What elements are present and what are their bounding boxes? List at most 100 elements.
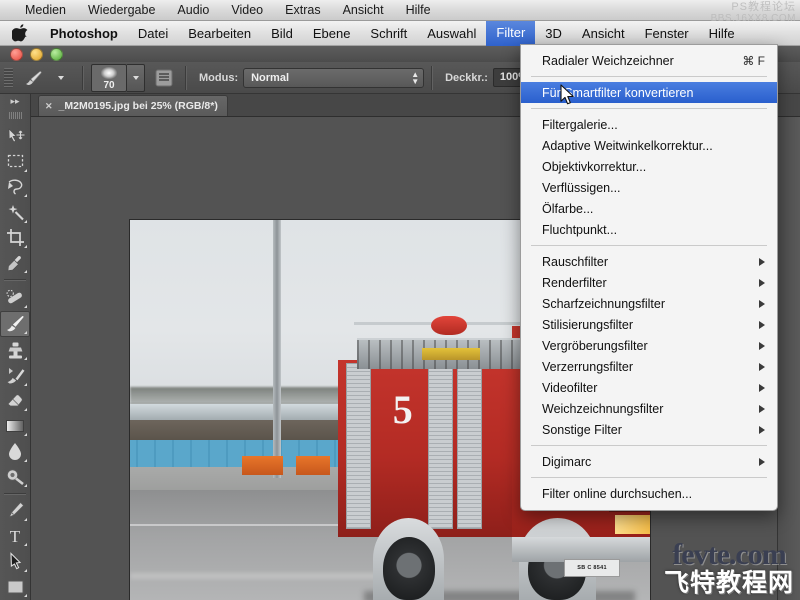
menu-item-scharfzeichnungsfilter[interactable]: Scharfzeichnungsfilter bbox=[521, 293, 777, 314]
document-tab-label: _M2M0195.jpg bei 25% (RGB/8*) bbox=[58, 100, 218, 112]
menu-item-fuer-smartfilter-konvertieren[interactable]: Für Smartfilter konvertieren bbox=[521, 82, 777, 103]
tool-healing-brush-tool[interactable] bbox=[1, 285, 29, 309]
tool-history-brush-tool[interactable] bbox=[1, 363, 29, 387]
menu-item-verzerrungsfilter[interactable]: Verzerrungsfilter bbox=[521, 356, 777, 377]
brush-preview-icon[interactable]: 70 bbox=[91, 63, 127, 92]
menu-item-renderfilter[interactable]: Renderfilter bbox=[521, 272, 777, 293]
tool-crop-tool[interactable] bbox=[1, 226, 29, 250]
tool-move-tool[interactable] bbox=[1, 125, 29, 149]
document-tab[interactable]: ✕ _M2M0195.jpg bei 25% (RGB/8*) bbox=[38, 95, 228, 116]
photo-orange-vehicle-1 bbox=[241, 455, 284, 475]
photoshop-window: Medien Wiedergabe Audio Video Extras Ans… bbox=[0, 0, 800, 600]
app-menu-bearbeiten[interactable]: Bearbeiten bbox=[178, 22, 261, 45]
menu-item-digimarc[interactable]: Digimarc bbox=[521, 451, 777, 472]
truck-roof-equipment bbox=[421, 347, 480, 361]
app-menu-filter[interactable]: Filter bbox=[486, 20, 536, 46]
menu-separator-3 bbox=[531, 245, 767, 246]
submenu-arrow-icon bbox=[759, 425, 765, 434]
menu-item-oelfarbe[interactable]: Ölfarbe... bbox=[521, 198, 777, 219]
truck-roller-shutter-1 bbox=[346, 363, 371, 530]
tool-rectangular-marquee-tool[interactable] bbox=[1, 150, 29, 174]
brush-panel-icon[interactable] bbox=[153, 67, 175, 89]
tool-pen-tool[interactable] bbox=[1, 499, 29, 523]
options-separator-1 bbox=[82, 65, 84, 90]
app-menu-ansicht[interactable]: Ansicht bbox=[572, 22, 635, 45]
brush-size-value: 70 bbox=[103, 79, 115, 91]
truck-rear-wheel bbox=[383, 536, 435, 600]
menu-item-videofilter[interactable]: Videofilter bbox=[521, 377, 777, 398]
os-menu-audio[interactable]: Audio bbox=[166, 0, 220, 20]
menu-item-vergroeberungsfilter[interactable]: Vergröberungsfilter bbox=[521, 335, 777, 356]
os-menubar: Medien Wiedergabe Audio Video Extras Ans… bbox=[0, 0, 800, 21]
brush-size-control[interactable]: 70 bbox=[91, 63, 145, 92]
photo-orange-vehicle-2 bbox=[296, 455, 331, 475]
app-menu-bild[interactable]: Bild bbox=[261, 22, 303, 45]
brush-tool-icon[interactable] bbox=[22, 67, 44, 89]
os-menu-wiedergabe[interactable]: Wiedergabe bbox=[77, 0, 166, 20]
brush-preset-chevron-down-icon[interactable] bbox=[50, 67, 72, 89]
menu-item-label: Für Smartfilter konvertieren bbox=[542, 85, 694, 100]
tool-magic-wand-tool[interactable] bbox=[1, 200, 29, 224]
menu-item-label: Weichzeichnungsfilter bbox=[542, 401, 664, 416]
blend-mode-stepper-icon: ▲ ▼ bbox=[411, 69, 420, 86]
menu-item-fluchtpunkt[interactable]: Fluchtpunkt... bbox=[521, 219, 777, 240]
menu-item-filter-online-durchsuchen[interactable]: Filter online durchsuchen... bbox=[521, 483, 777, 504]
menu-item-label: Stilisierungsfilter bbox=[542, 317, 634, 332]
app-menu-datei[interactable]: Datei bbox=[128, 22, 178, 45]
menu-item-radialer-weichzeichner[interactable]: Radialer Weichzeichner ⌘ F bbox=[521, 50, 777, 71]
zoom-window-button[interactable] bbox=[50, 48, 63, 61]
menu-item-verfluessigen[interactable]: Verflüssigen... bbox=[521, 177, 777, 198]
tool-blur-tool[interactable] bbox=[1, 439, 29, 463]
menu-separator-1 bbox=[531, 76, 767, 77]
submenu-arrow-icon bbox=[759, 257, 765, 266]
menu-item-label: Objektivkorrektur... bbox=[542, 159, 647, 174]
apple-logo-icon[interactable] bbox=[12, 24, 28, 42]
close-window-button[interactable] bbox=[10, 48, 23, 61]
close-icon[interactable]: ✕ bbox=[45, 101, 53, 112]
tool-dodge-tool[interactable] bbox=[1, 465, 29, 489]
app-menu-auswahl[interactable]: Auswahl bbox=[417, 22, 486, 45]
options-bar-grip[interactable] bbox=[4, 67, 13, 88]
tool-path-selection-tool[interactable] bbox=[1, 549, 29, 573]
mode-label: Modus: bbox=[199, 71, 239, 84]
submenu-arrow-icon bbox=[759, 383, 765, 392]
right-panel-dock[interactable] bbox=[777, 94, 800, 600]
menu-item-stilisierungsfilter[interactable]: Stilisierungsfilter bbox=[521, 314, 777, 335]
tool-eraser-tool[interactable] bbox=[1, 389, 29, 413]
os-menu-video[interactable]: Video bbox=[220, 0, 274, 20]
os-menu-ansicht[interactable]: Ansicht bbox=[332, 0, 395, 20]
menu-item-sonstige-filter[interactable]: Sonstige Filter bbox=[521, 419, 777, 440]
tool-lasso-tool[interactable] bbox=[1, 175, 29, 199]
menu-item-filtergalerie[interactable]: Filtergalerie... bbox=[521, 114, 777, 135]
app-menu-schrift[interactable]: Schrift bbox=[360, 22, 417, 45]
app-menu-photoshop[interactable]: Photoshop bbox=[40, 22, 128, 45]
app-menu-3d[interactable]: 3D bbox=[535, 22, 572, 45]
tool-type-tool[interactable]: T bbox=[1, 524, 29, 548]
menu-item-label: Renderfilter bbox=[542, 275, 607, 290]
brush-size-chevron-down-icon[interactable] bbox=[127, 63, 145, 92]
blend-mode-value: Normal bbox=[251, 71, 290, 84]
os-menu-hilfe[interactable]: Hilfe bbox=[395, 0, 442, 20]
menu-item-adaptive-weitwinkelkorrektur[interactable]: Adaptive Weitwinkelkorrektur... bbox=[521, 135, 777, 156]
app-menu-hilfe[interactable]: Hilfe bbox=[699, 22, 745, 45]
collapse-panel-icon[interactable]: ▸▸ bbox=[0, 94, 30, 109]
minimize-window-button[interactable] bbox=[30, 48, 43, 61]
os-menu-extras[interactable]: Extras bbox=[274, 0, 331, 20]
menu-item-rauschfilter[interactable]: Rauschfilter bbox=[521, 251, 777, 272]
menu-item-label: Filtergalerie... bbox=[542, 117, 618, 132]
tool-shape-tool[interactable] bbox=[1, 575, 29, 599]
toolbox-grip[interactable] bbox=[8, 111, 22, 119]
app-menu-fenster[interactable]: Fenster bbox=[635, 22, 699, 45]
tool-brush-tool[interactable] bbox=[0, 310, 30, 337]
blend-mode-select[interactable]: Normal ▲ ▼ bbox=[243, 67, 425, 88]
menu-item-weichzeichnungsfilter[interactable]: Weichzeichnungsfilter bbox=[521, 398, 777, 419]
os-menu-medien[interactable]: Medien bbox=[14, 0, 77, 20]
menu-item-objektivkorrektur[interactable]: Objektivkorrektur... bbox=[521, 156, 777, 177]
tool-gradient-tool[interactable] bbox=[1, 414, 29, 438]
app-menu-ebene[interactable]: Ebene bbox=[303, 22, 361, 45]
menu-separator-5 bbox=[531, 477, 767, 478]
tool-clone-stamp-tool[interactable] bbox=[1, 338, 29, 362]
toolbox: ▸▸ T bbox=[0, 94, 31, 600]
tool-eyedropper-tool[interactable] bbox=[1, 251, 29, 275]
options-separator-3 bbox=[431, 65, 434, 90]
